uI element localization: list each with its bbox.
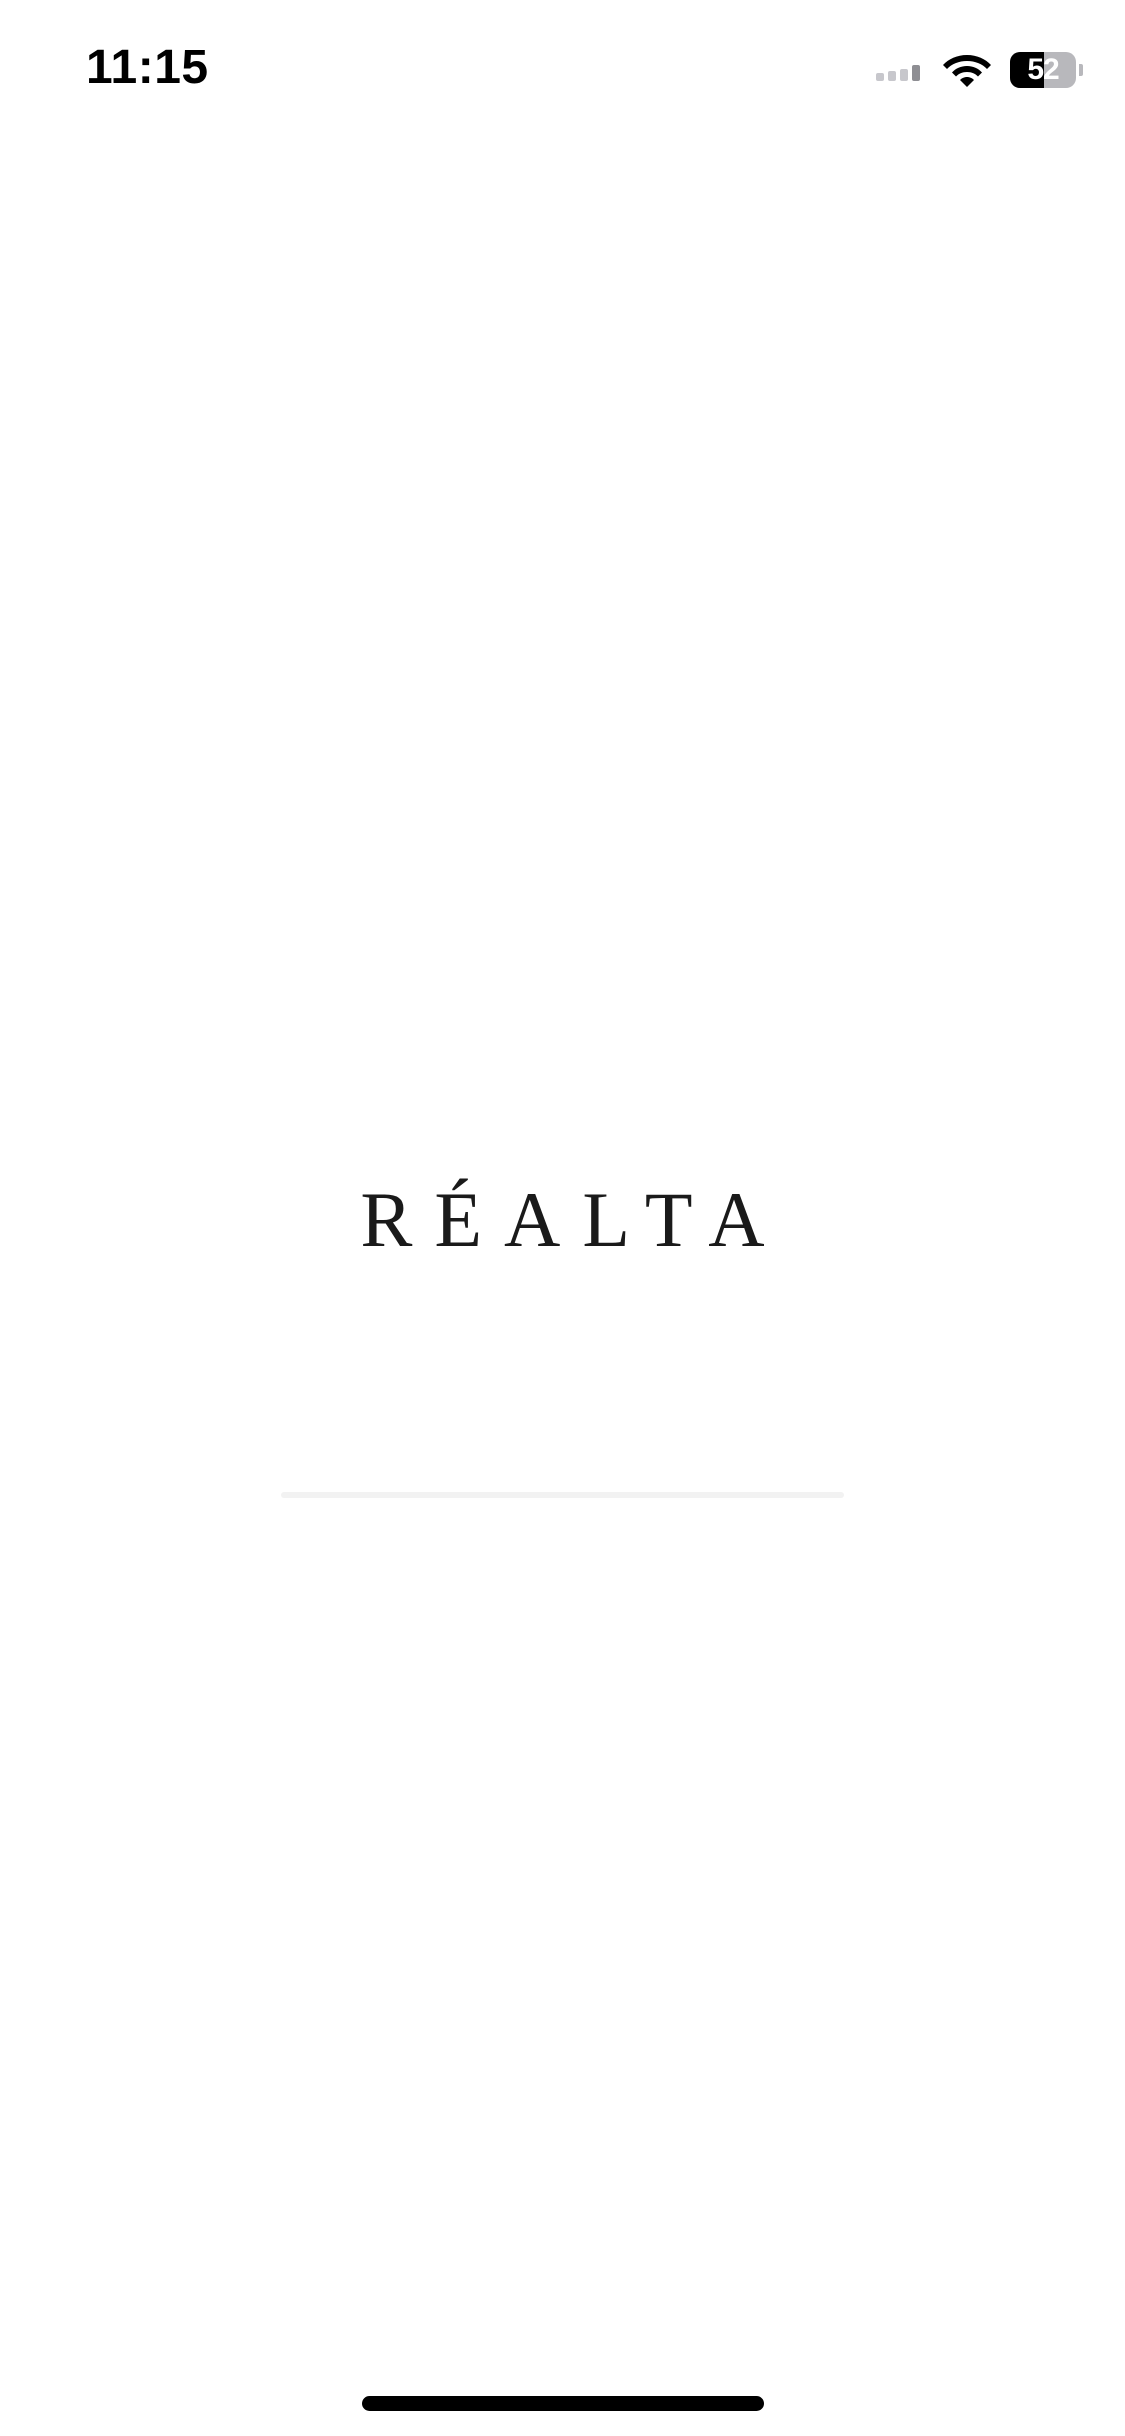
home-indicator[interactable]: [362, 2396, 764, 2411]
signal-bar: [912, 65, 920, 81]
loading-progress-bar: [281, 1492, 844, 1498]
signal-bar: [876, 73, 884, 81]
status-time: 11:15: [86, 41, 209, 94]
battery-body: 52: [1010, 52, 1076, 88]
cellular-signal-icon: [876, 59, 920, 81]
wifi-icon: [943, 55, 991, 87]
signal-bar: [888, 71, 896, 81]
status-bar: 11:15 52: [0, 0, 1125, 140]
status-indicators: 52: [876, 48, 1083, 92]
battery-nub: [1079, 64, 1083, 76]
battery-icon: 52: [1010, 52, 1083, 88]
brand-logo: RÉALTA: [360, 1176, 787, 1263]
signal-bar: [900, 69, 908, 81]
splash-screen: 11:15 52 RÉALTA: [0, 0, 1125, 2436]
battery-level: 52: [1027, 53, 1059, 86]
